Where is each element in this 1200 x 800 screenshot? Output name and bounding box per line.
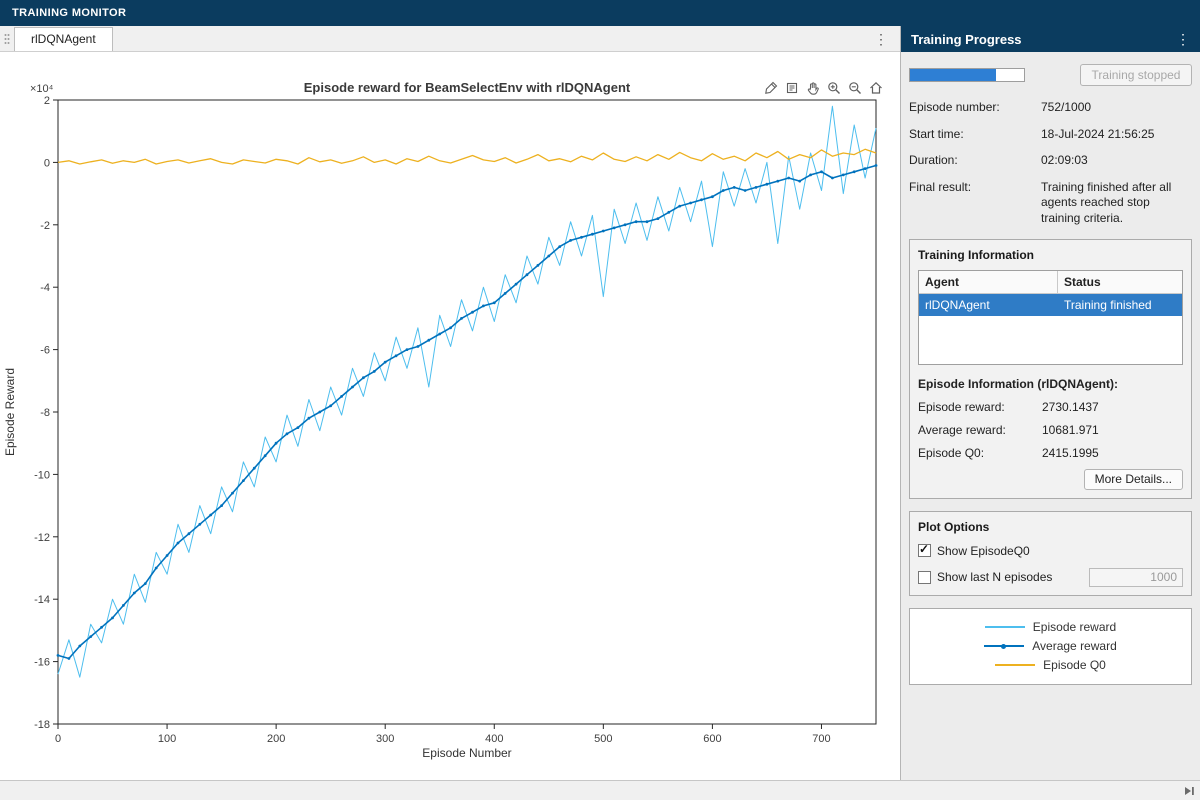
kv-value: 2415.1995 bbox=[1042, 446, 1099, 460]
svg-text:×10⁴: ×10⁴ bbox=[30, 83, 54, 95]
field-value: 752/1000 bbox=[1041, 100, 1192, 116]
field-final-result: Final result: Training finished after al… bbox=[909, 180, 1192, 227]
tab-strip: rlDQNAgent ⋮ bbox=[0, 26, 900, 52]
agent-status-table: Agent Status rlDQNAgent Training finishe… bbox=[918, 270, 1183, 365]
plot-options-box: Plot Options ✓ Show EpisodeQ0 Show last … bbox=[909, 511, 1192, 596]
progress-bar-fill bbox=[910, 69, 996, 81]
svg-text:Episode Number: Episode Number bbox=[422, 746, 511, 760]
window-titlebar: TRAINING MONITOR bbox=[0, 0, 1200, 26]
legend-line-icon bbox=[995, 664, 1035, 666]
svg-text:2: 2 bbox=[44, 95, 50, 107]
kv-value: 2730.1437 bbox=[1042, 400, 1099, 414]
field-label: Final result: bbox=[909, 180, 1041, 227]
training-information-title: Training Information bbox=[918, 248, 1183, 262]
panel-title: Training Progress bbox=[911, 32, 1022, 47]
training-information-box: Training Information Agent Status rlDQNA… bbox=[909, 239, 1192, 499]
expand-right-icon[interactable] bbox=[1183, 785, 1195, 800]
svg-text:-8: -8 bbox=[40, 407, 50, 419]
episode-q0-row: Episode Q0: 2415.1995 bbox=[918, 446, 1183, 460]
field-label: Duration: bbox=[909, 153, 1041, 169]
legend-item-episode-q0: Episode Q0 bbox=[910, 656, 1191, 675]
legend-marker-icon bbox=[1001, 644, 1006, 649]
kv-label: Average reward: bbox=[918, 423, 1042, 437]
tab-rldqnagent[interactable]: rlDQNAgent bbox=[14, 27, 113, 51]
svg-text:Episode Reward: Episode Reward bbox=[3, 368, 17, 456]
chart-legend: Episode reward Average reward Episode Q0 bbox=[909, 608, 1192, 685]
summary-fields: Episode number: 752/1000 Start time: 18-… bbox=[909, 100, 1192, 227]
svg-text:-10: -10 bbox=[34, 469, 50, 481]
panel-header: Training Progress ⋮ bbox=[901, 26, 1200, 52]
average-reward-row: Average reward: 10681.971 bbox=[918, 423, 1183, 437]
legend-label: Episode Q0 bbox=[1043, 658, 1106, 672]
chart-area: Episode reward for BeamSelectEnv with rl… bbox=[0, 52, 900, 780]
svg-text:400: 400 bbox=[485, 733, 503, 745]
window-title: TRAINING MONITOR bbox=[12, 7, 126, 19]
show-last-n-row: Show last N episodes bbox=[918, 568, 1183, 587]
field-label: Episode number: bbox=[909, 100, 1041, 116]
legend-item-episode-reward: Episode reward bbox=[910, 618, 1191, 637]
panel-grip-icon[interactable] bbox=[0, 26, 14, 51]
tab-label: rlDQNAgent bbox=[31, 32, 96, 46]
training-monitor-window: TRAINING MONITOR rlDQNAgent ⋮ Episode bbox=[0, 0, 1200, 800]
svg-text:-6: -6 bbox=[40, 345, 50, 357]
field-value: 02:09:03 bbox=[1041, 153, 1192, 169]
svg-text:-12: -12 bbox=[34, 532, 50, 544]
table-header-row: Agent Status bbox=[919, 271, 1182, 294]
show-last-n-checkbox[interactable] bbox=[918, 571, 931, 584]
legend-item-average-reward: Average reward bbox=[910, 637, 1191, 656]
reward-plot[interactable]: 0 100 200 300 400 500 600 700 2 0 -2 -4 -6 -8 -10 -12 -1… bbox=[0, 52, 900, 780]
show-episodeq0-checkbox[interactable]: ✓ bbox=[918, 544, 931, 557]
field-start-time: Start time: 18-Jul-2024 21:56:25 bbox=[909, 127, 1192, 143]
status-cell: Training finished bbox=[1057, 294, 1182, 316]
last-n-episodes-input[interactable] bbox=[1089, 568, 1183, 587]
tab-overflow-menu-icon[interactable]: ⋮ bbox=[874, 32, 888, 46]
training-progress-bar bbox=[909, 68, 1025, 82]
legend-line-icon bbox=[985, 626, 1025, 628]
column-agent: Agent bbox=[919, 271, 1057, 293]
training-progress-panel: Training Progress ⋮ Training stopped Epi… bbox=[900, 26, 1200, 780]
episode-reward-row: Episode reward: 2730.1437 bbox=[918, 400, 1183, 414]
status-bar bbox=[0, 780, 1200, 800]
kv-label: Episode reward: bbox=[918, 400, 1042, 414]
field-duration: Duration: 02:09:03 bbox=[909, 153, 1192, 169]
svg-text:0: 0 bbox=[44, 157, 50, 169]
svg-text:-16: -16 bbox=[34, 657, 50, 669]
episode-information-title: Episode Information (rlDQNAgent): bbox=[918, 377, 1183, 391]
check-icon: ✓ bbox=[919, 542, 929, 556]
svg-text:600: 600 bbox=[703, 733, 721, 745]
kv-label: Episode Q0: bbox=[918, 446, 1042, 460]
show-episodeq0-label: Show EpisodeQ0 bbox=[937, 544, 1030, 558]
show-last-n-label: Show last N episodes bbox=[937, 570, 1052, 584]
legend-line-icon bbox=[984, 645, 1024, 647]
panel-body: Training stopped Episode number: 752/100… bbox=[901, 52, 1200, 780]
field-episode-number: Episode number: 752/1000 bbox=[909, 100, 1192, 116]
show-episodeq0-row: ✓ Show EpisodeQ0 bbox=[918, 544, 1183, 558]
training-stopped-button[interactable]: Training stopped bbox=[1080, 64, 1192, 86]
svg-text:-14: -14 bbox=[34, 594, 50, 606]
svg-text:-2: -2 bbox=[40, 220, 50, 232]
svg-text:0: 0 bbox=[55, 733, 61, 745]
svg-text:500: 500 bbox=[594, 733, 612, 745]
field-label: Start time: bbox=[909, 127, 1041, 143]
legend-label: Episode reward bbox=[1033, 620, 1116, 634]
table-empty-area bbox=[919, 316, 1182, 364]
agent-cell: rlDQNAgent bbox=[919, 294, 1057, 316]
panel-menu-icon[interactable]: ⋮ bbox=[1176, 31, 1190, 48]
svg-text:700: 700 bbox=[812, 733, 830, 745]
svg-text:200: 200 bbox=[267, 733, 285, 745]
svg-text:-18: -18 bbox=[34, 719, 50, 731]
more-details-button[interactable]: More Details... bbox=[1084, 469, 1183, 490]
svg-text:300: 300 bbox=[376, 733, 394, 745]
field-value: Training finished after all agents reach… bbox=[1041, 180, 1191, 227]
plot-options-title: Plot Options bbox=[918, 520, 1183, 534]
field-value: 18-Jul-2024 21:56:25 bbox=[1041, 127, 1192, 143]
svg-text:-4: -4 bbox=[40, 282, 50, 294]
svg-text:100: 100 bbox=[158, 733, 176, 745]
chart-pane: rlDQNAgent ⋮ Episode reward for BeamSele… bbox=[0, 26, 900, 780]
column-status: Status bbox=[1057, 271, 1182, 293]
legend-label: Average reward bbox=[1032, 639, 1117, 653]
kv-value: 10681.971 bbox=[1042, 423, 1099, 437]
table-row[interactable]: rlDQNAgent Training finished bbox=[919, 294, 1182, 316]
